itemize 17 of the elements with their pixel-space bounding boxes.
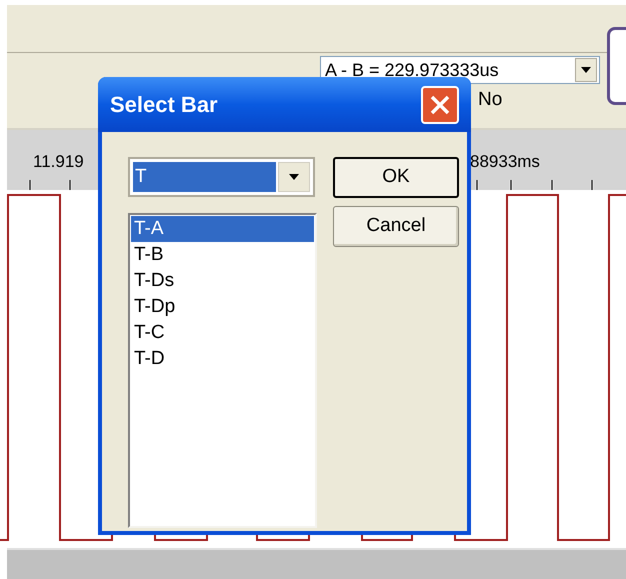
dialog-button[interactable]: Cancel bbox=[333, 206, 459, 247]
dialog-title: Select Bar bbox=[110, 91, 218, 119]
list-item[interactable]: T-C bbox=[131, 320, 314, 346]
dialog-button[interactable]: OK bbox=[333, 157, 459, 198]
ruler-label: 88933ms bbox=[470, 151, 540, 173]
ruler-label: 11.919 bbox=[33, 151, 84, 173]
dropdown-icon bbox=[289, 174, 299, 180]
close-icon bbox=[430, 94, 450, 114]
status-label: No bbox=[478, 88, 502, 112]
list-item[interactable]: T-A bbox=[131, 216, 314, 242]
list-item[interactable]: T-Ds bbox=[131, 268, 314, 294]
list-item[interactable]: T-Dp bbox=[131, 294, 314, 320]
list-item[interactable]: T-B bbox=[131, 242, 314, 268]
dropdown-icon bbox=[581, 67, 591, 73]
bar-select[interactable]: T bbox=[128, 157, 315, 197]
list-item[interactable]: T-D bbox=[131, 346, 314, 372]
close-button[interactable] bbox=[421, 86, 459, 124]
